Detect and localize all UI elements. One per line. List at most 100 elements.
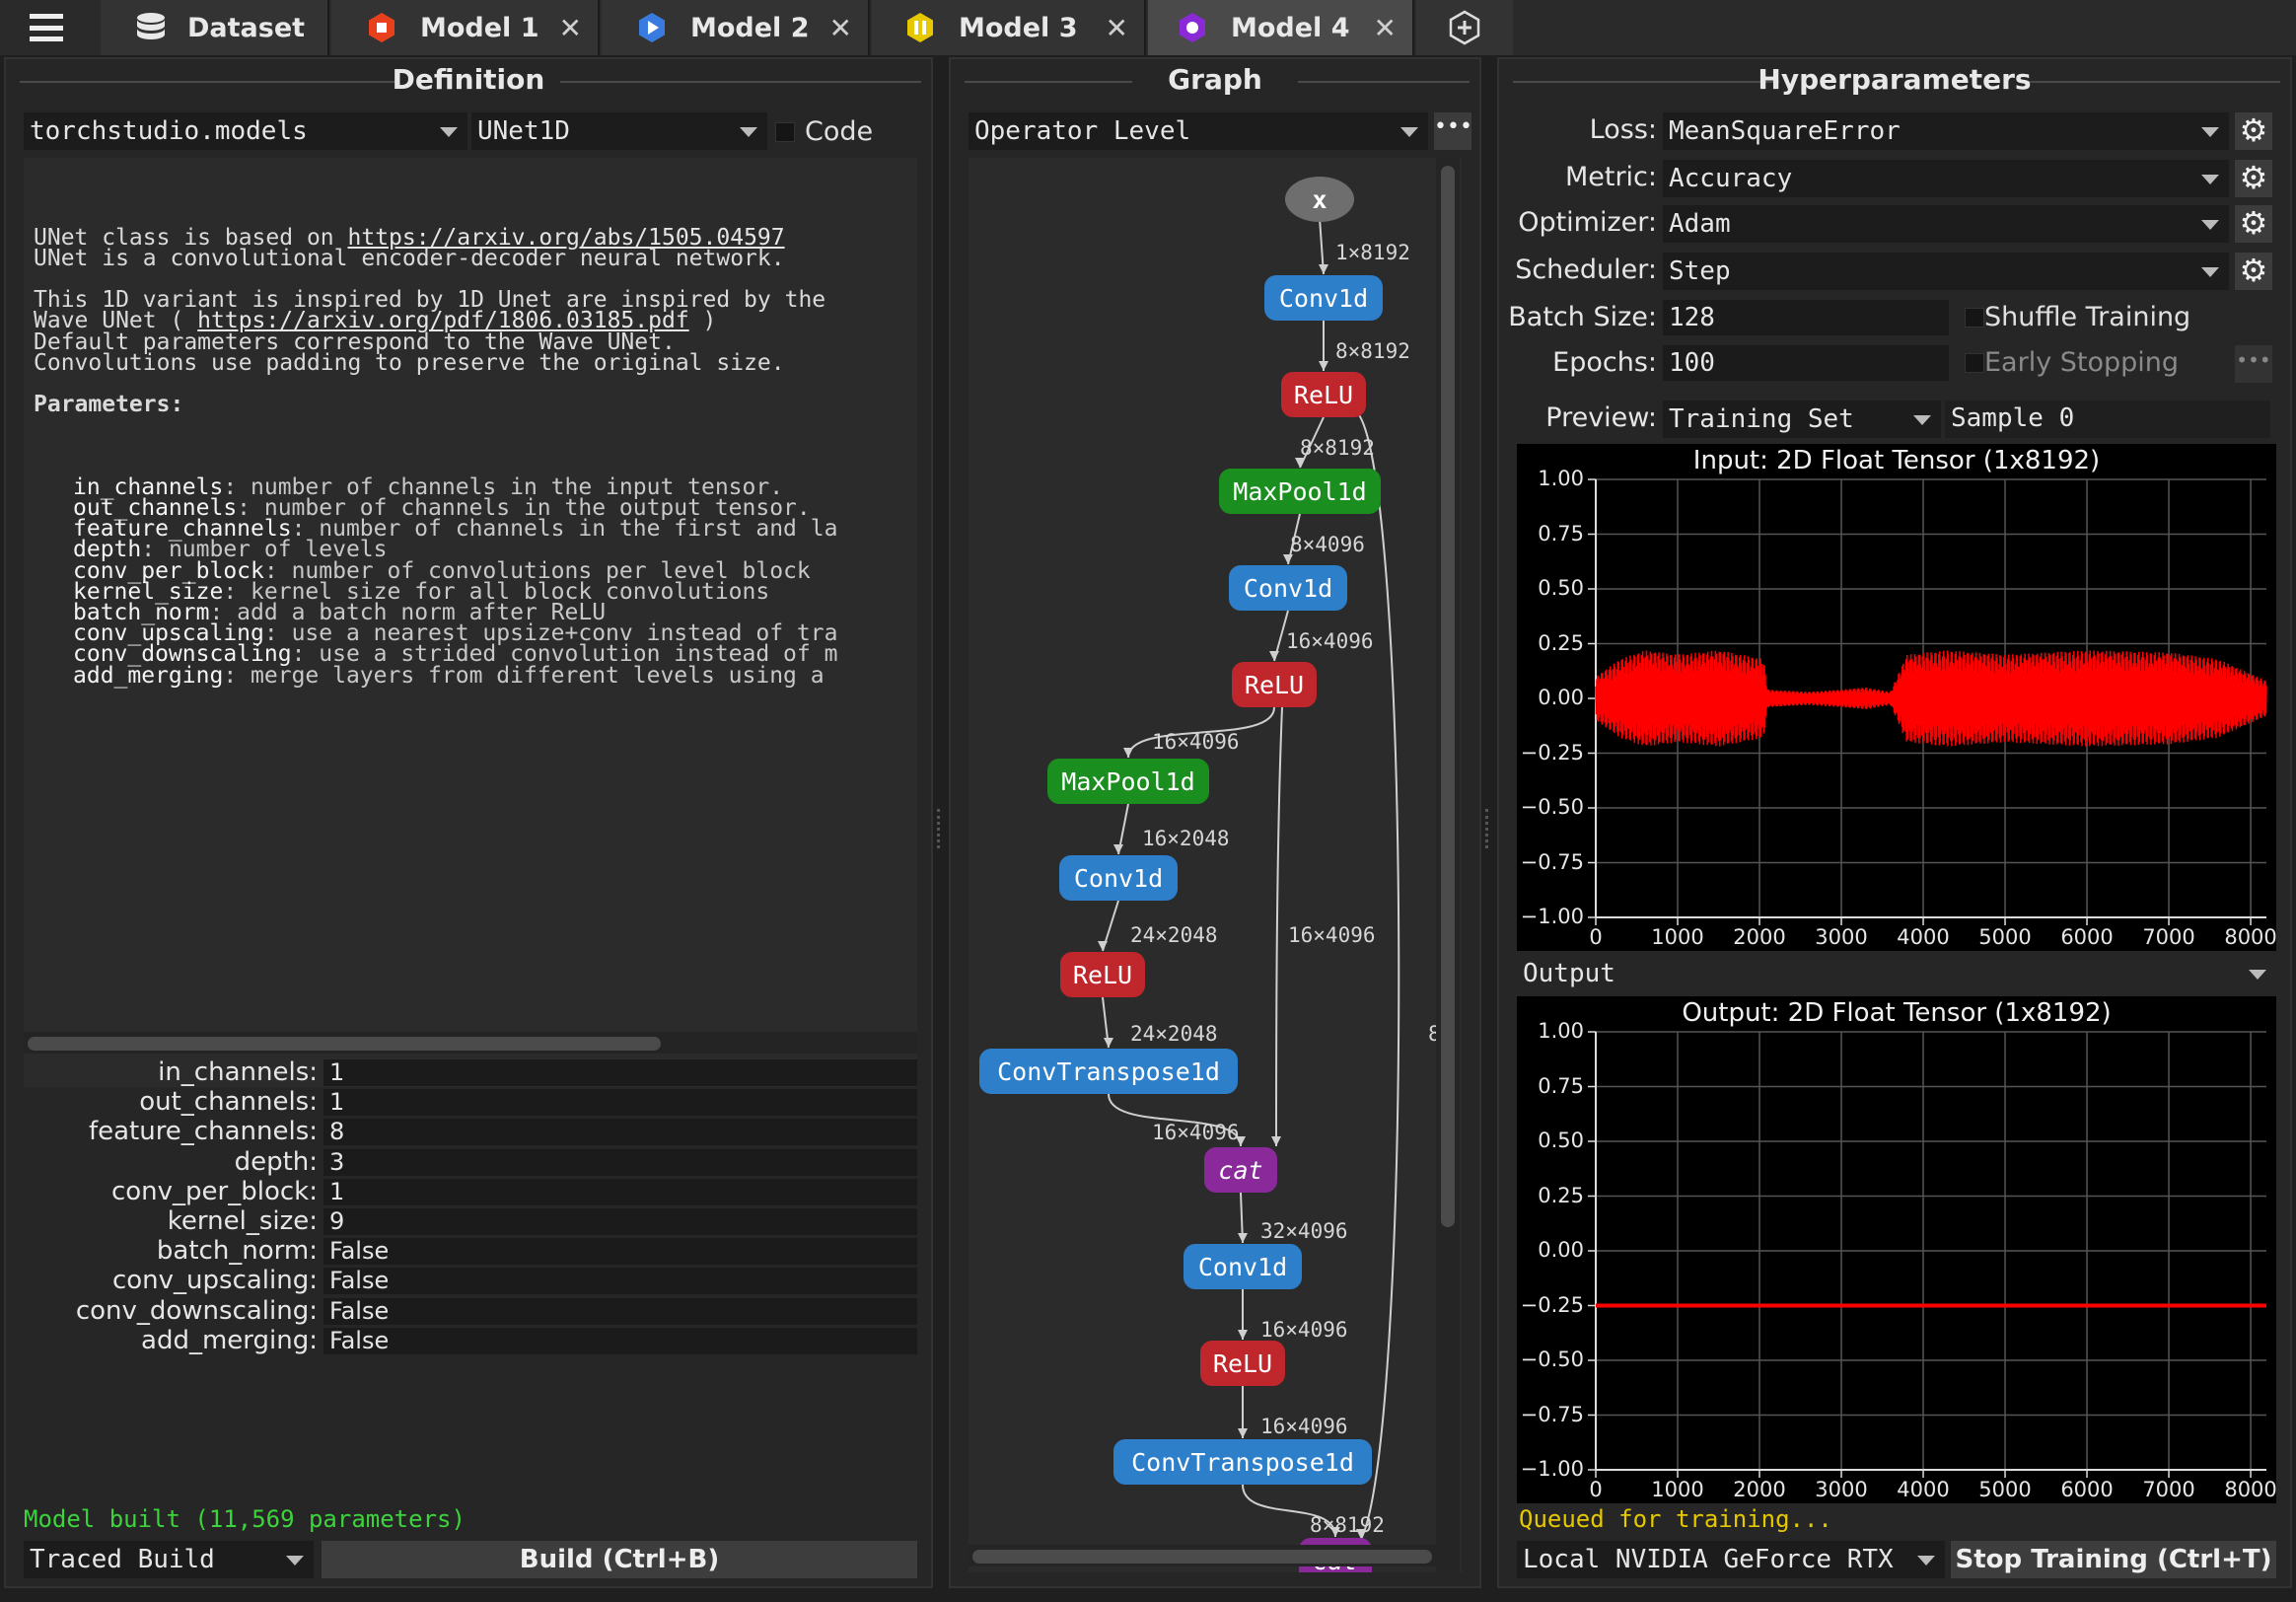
graph-node-relu[interactable]: ReLU [1060,952,1145,997]
close-icon[interactable]: ✕ [1106,12,1128,44]
param-label: depth: [234,1146,318,1177]
vertical-scrollbar[interactable] [1436,158,1460,1572]
optimizer-settings-button[interactable]: ⚙ [2235,205,2272,243]
chevron-down-icon [2201,220,2219,230]
param-field[interactable]: 8 [323,1119,917,1146]
loss-value: MeanSquareError [1669,116,1901,146]
code-checkbox[interactable] [775,122,795,142]
stop-training-button[interactable]: Stop Training (Ctrl+T) [1951,1541,2276,1578]
class-select[interactable]: UNet1D [471,112,767,150]
param-field[interactable]: False [323,1268,917,1295]
graph-node-relu[interactable]: ReLU [1281,372,1366,417]
graph-node-conv1d[interactable]: Conv1d [1264,275,1383,321]
early-stopping-options-button[interactable]: ••• [2235,345,2272,383]
hexagon-icon [369,13,395,42]
graph-node-maxpool1d[interactable]: MaxPool1d [1047,759,1209,804]
new-tab-button[interactable] [1416,0,1513,55]
graph-node-convtranspose1d[interactable]: ConvTranspose1d [1113,1439,1372,1485]
param-doc-desc: : merge layers from different levels usi… [223,662,825,689]
description-line: Convolutions use padding to preserve the… [34,349,907,376]
graph-node-x[interactable]: x [1285,177,1354,222]
close-icon[interactable]: ✕ [829,12,852,44]
edge-shape-label: 16×4096 [1152,1121,1240,1144]
early-stopping-label: Early Stopping [1984,347,2180,378]
more-icon: ••• [1434,114,1472,139]
build-button[interactable]: Build (Ctrl+B) [322,1541,917,1578]
x-tick-label: 4000 [1897,925,1950,949]
y-tick-label: −0.25 [1520,1292,1584,1317]
scheduler-settings-button[interactable]: ⚙ [2235,253,2272,290]
shuffle-training-checkbox[interactable] [1965,308,1984,328]
epochs-field[interactable]: 100 [1663,345,1949,381]
loss-settings-button[interactable]: ⚙ [2235,112,2272,150]
y-tick-label: −1.00 [1520,1457,1584,1481]
param-field[interactable]: 3 [323,1148,917,1176]
close-icon[interactable]: ✕ [559,12,582,44]
menu-icon [30,14,63,41]
tab-model-1[interactable]: Model 1 ✕ [331,0,600,55]
graph-node-conv1d[interactable]: Conv1d [1184,1244,1302,1289]
description-text-span: UNet is a convolutional encoder-decoder … [34,245,785,271]
hyperparameters-title: Hyperparameters [1758,63,2032,96]
graph-options-button[interactable]: ••• [1434,112,1472,150]
graph-node-relu[interactable]: ReLU [1200,1341,1285,1386]
scrollbar-thumb[interactable] [28,1037,661,1051]
scrollbar-thumb[interactable] [1441,166,1455,1227]
optimizer-select[interactable]: Adam [1663,205,2229,243]
graph-node-conv1d[interactable]: Conv1d [1059,855,1178,901]
output-select[interactable]: Output [1517,955,2276,992]
output-plot-canvas [1588,1031,2266,1478]
param-field[interactable]: 1 [323,1089,917,1117]
hamburger-menu-button[interactable] [30,14,63,41]
training-status: Queued for training... [1519,1505,1832,1533]
metric-settings-button[interactable]: ⚙ [2235,160,2272,197]
preview-select[interactable]: Training Set [1663,400,1941,438]
module-select[interactable]: torchstudio.models [24,112,467,150]
y-tick-label: −0.25 [1520,740,1584,765]
graph-level-select[interactable]: Operator Level [969,112,1428,150]
graph-node-conv1d[interactable]: Conv1d [1229,565,1347,611]
param-field[interactable]: False [323,1297,917,1325]
splitter-handle[interactable] [937,809,945,848]
graph-node-relu[interactable]: ReLU [1232,662,1317,707]
horizontal-scrollbar[interactable] [969,1545,1436,1566]
param-field[interactable]: False [323,1238,917,1266]
graph-node-convtranspose1d[interactable]: ConvTranspose1d [979,1049,1238,1094]
param-label: kernel_size: [167,1206,318,1236]
metric-select[interactable]: Accuracy [1663,160,2229,197]
close-icon[interactable]: ✕ [1374,12,1397,44]
device-value: Local NVIDIA GeForce RTX [1523,1545,1894,1574]
build-mode-value: Traced Build [30,1545,215,1574]
tab-dataset[interactable]: Dataset [101,0,329,55]
batch-size-field[interactable]: 128 [1663,300,1949,335]
scheduler-select[interactable]: Step [1663,253,2229,290]
scrollbar-thumb[interactable] [972,1550,1432,1564]
param-field[interactable]: 1 [323,1059,917,1086]
sample-spinner[interactable]: Sample 0 [1945,400,2270,438]
hyperparameters-panel: Hyperparameters Loss: MeanSquareError ⚙ … [1497,57,2292,1588]
graph-view[interactable]: x Conv1d ReLU MaxPool1d Conv1d ReLU MaxPool1d C… [969,158,1462,1572]
x-tick-label: 5000 [1978,1478,2032,1501]
chevron-down-icon [740,127,757,137]
param-field[interactable]: 9 [323,1208,917,1235]
graph-node-cat[interactable]: cat [1204,1147,1277,1193]
chevron-down-icon [2201,175,2219,184]
tab-model-3[interactable]: Model 3 ✕ [872,0,1146,55]
splitter-handle[interactable] [1485,809,1493,848]
loss-select[interactable]: MeanSquareError [1663,112,2229,150]
param-field[interactable]: False [323,1327,917,1354]
param-label: feature_channels: [88,1117,318,1147]
build-mode-select[interactable]: Traced Build [24,1541,314,1578]
graph-node-maxpool1d[interactable]: MaxPool1d [1219,469,1381,514]
x-tick-label: 2000 [1733,925,1786,949]
arrow-head [1123,748,1133,758]
tab-model-2[interactable]: Model 2 ✕ [602,0,870,55]
early-stopping-checkbox[interactable] [1965,353,1984,373]
gear-icon: ⚙ [2239,204,2268,242]
description-text-span: Convolutions use padding to preserve the… [34,349,785,376]
device-select[interactable]: Local NVIDIA GeForce RTX [1517,1541,1945,1578]
edge-shape-label: 8×8192 [1335,339,1410,363]
tab-model-4[interactable]: Model 4 ✕ [1148,0,1414,55]
param-field[interactable]: 1 [323,1178,917,1205]
horizontal-scrollbar[interactable] [24,1032,917,1054]
